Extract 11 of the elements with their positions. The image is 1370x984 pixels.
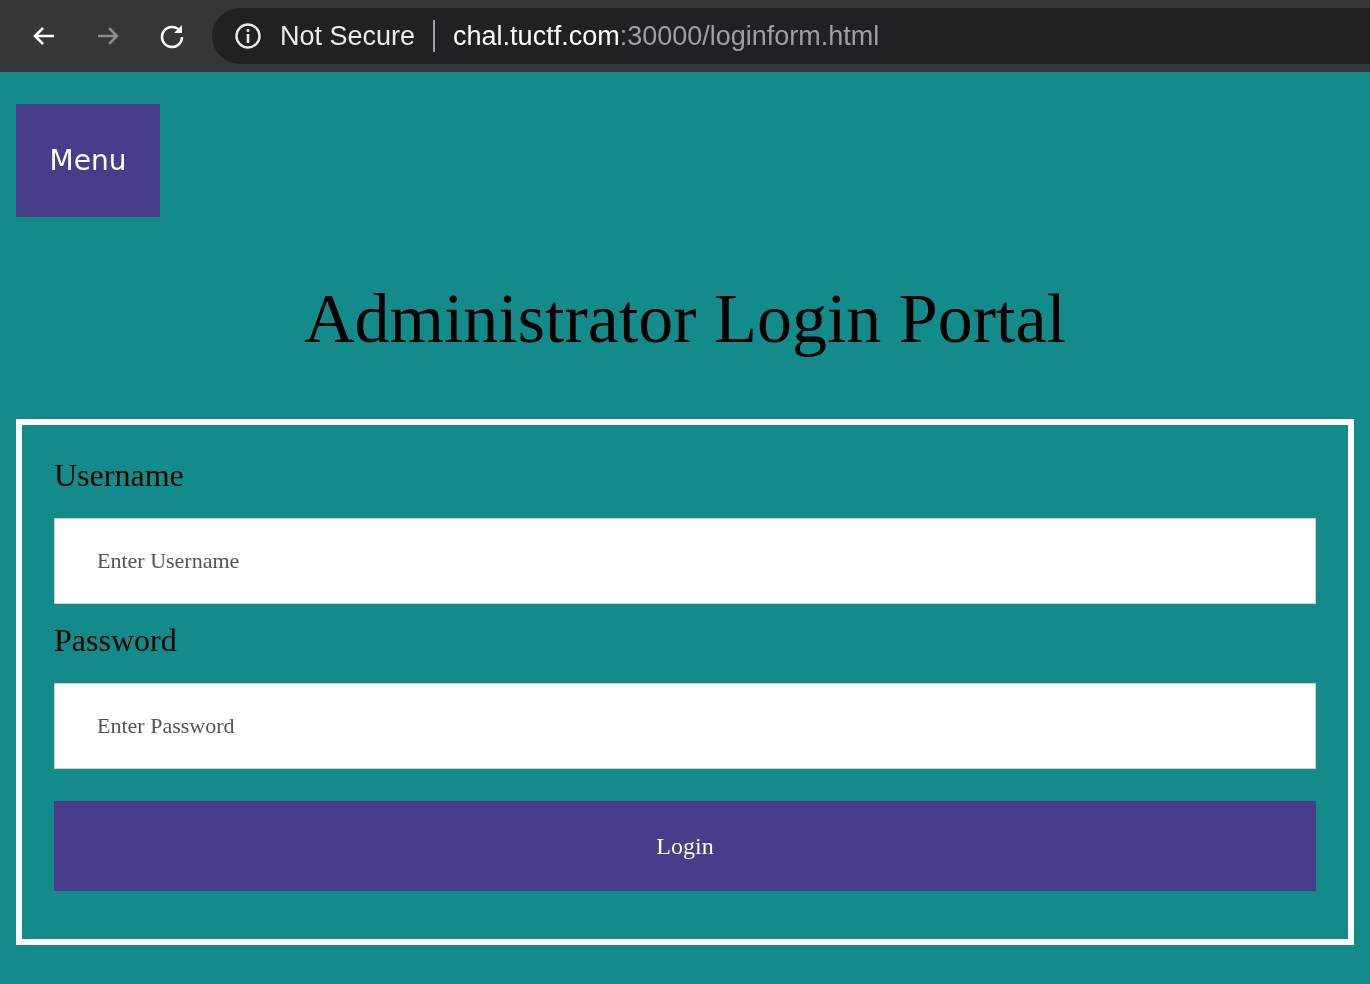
address-bar[interactable]: Not Secure chal.tuctf.com:30000/loginform.html bbox=[212, 8, 1370, 64]
input-field[interactable]: Enter Password bbox=[54, 683, 1316, 769]
field-label: Password bbox=[54, 622, 177, 659]
menu-button[interactable]: Menu bbox=[16, 104, 160, 217]
url-text: chal.tuctf.com:30000/loginform.html bbox=[453, 20, 880, 52]
security-label: Not Secure bbox=[280, 20, 416, 52]
login-button[interactable]: Login bbox=[54, 801, 1316, 891]
page-title: Administrator Login Portal bbox=[302, 279, 1068, 359]
info-icon bbox=[234, 22, 262, 50]
field-label: Username bbox=[54, 457, 184, 494]
input-field[interactable]: Enter Username bbox=[54, 518, 1316, 604]
